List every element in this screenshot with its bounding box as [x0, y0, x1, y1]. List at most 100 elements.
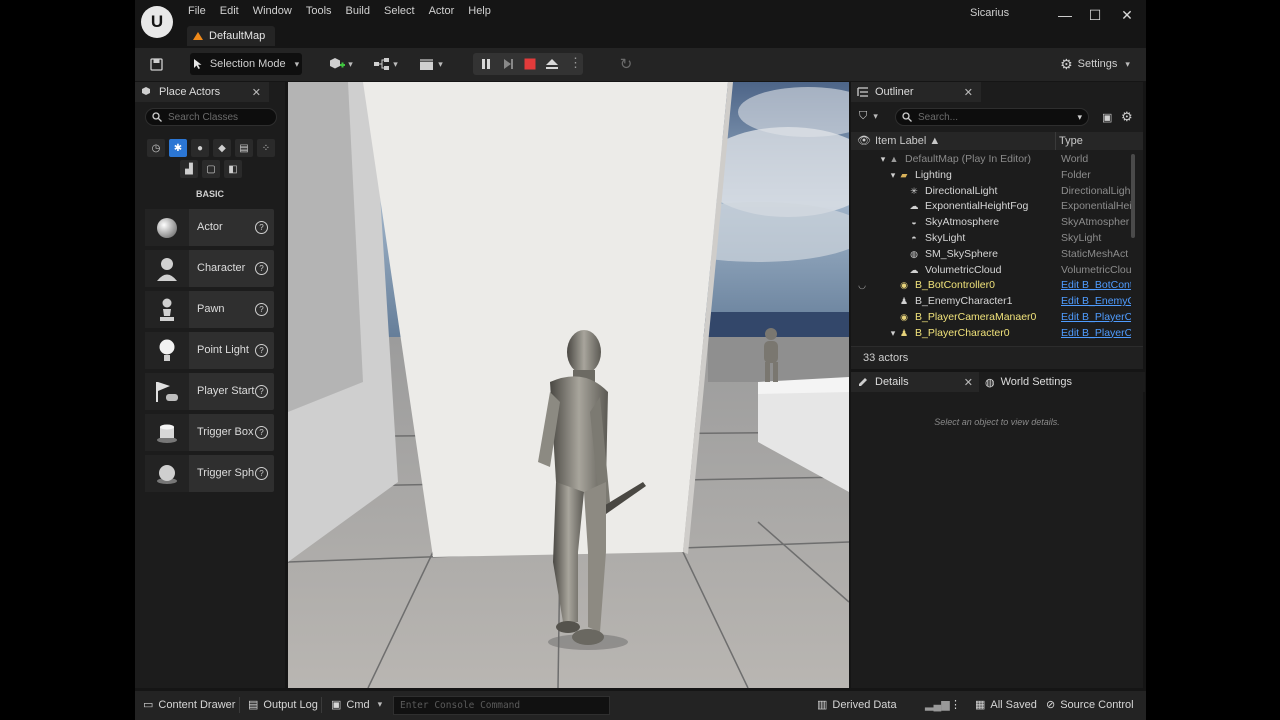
help-icon[interactable]: ?: [255, 426, 268, 439]
list-item-pawn[interactable]: Pawn ?: [145, 291, 274, 328]
close-window-button[interactable]: ✕: [1112, 4, 1142, 26]
menu-select[interactable]: Select: [377, 4, 422, 18]
list-item-trigger-box[interactable]: Trigger Box ?: [145, 414, 274, 451]
category-label: BASIC: [195, 189, 224, 199]
shapes-icon[interactable]: ◆: [213, 139, 231, 157]
item-label-column[interactable]: Item Label ▲: [875, 135, 940, 147]
help-icon[interactable]: ?: [255, 262, 268, 275]
tree-row[interactable]: ◍ SM_SkySphere StaticMeshAct: [851, 247, 1143, 263]
tree-row[interactable]: ◡ ◉ B_BotController0 Edit B_BotCont: [851, 278, 1143, 294]
content-drawer-label: Content Drawer: [158, 698, 236, 711]
tree-row[interactable]: ▾ ▰ Lighting Folder: [851, 168, 1143, 184]
outliner-scrollbar[interactable]: [1131, 154, 1135, 238]
help-icon[interactable]: ?: [255, 385, 268, 398]
volumetric-cloud-icon: ☁: [909, 264, 919, 275]
source-control-button[interactable]: ⊘ Source Control: [1046, 698, 1134, 712]
help-icon[interactable]: ?: [255, 221, 268, 234]
close-tab-icon[interactable]: ✕: [964, 86, 973, 99]
status-graph-icon[interactable]: ▂▄▆: [925, 698, 950, 711]
details-tab[interactable]: Details ✕: [851, 372, 981, 392]
level-viewport[interactable]: [288, 82, 849, 688]
tree-row[interactable]: ♟ B_EnemyCharacter1 Edit B_EnemyC: [851, 294, 1143, 310]
controller-icon: ◉: [900, 280, 908, 291]
help-icon[interactable]: ?: [255, 344, 268, 357]
visual-effects-icon[interactable]: ⁘: [257, 139, 275, 157]
outliner-search-input[interactable]: Search... ▾: [895, 108, 1089, 126]
filter-button[interactable]: ⛉: [859, 110, 878, 123]
details-title: Details: [875, 376, 909, 388]
maximize-button[interactable]: ☐: [1080, 4, 1110, 26]
close-tab-icon[interactable]: ✕: [252, 86, 261, 99]
geometry-icon[interactable]: ▟: [180, 160, 198, 178]
tree-row[interactable]: ◉ B_PlayerCameraManaer0 Edit B_PlayerC: [851, 310, 1143, 326]
recent-icon[interactable]: ◷: [147, 139, 165, 157]
type-column[interactable]: Type: [1059, 135, 1083, 147]
lights-icon[interactable]: ●: [191, 139, 209, 157]
tree-row[interactable]: ◒ SkyAtmosphere SkyAtmospher: [851, 215, 1143, 231]
list-item-actor[interactable]: Actor ?: [145, 209, 274, 246]
help-icon[interactable]: ?: [255, 467, 268, 480]
level-tab[interactable]: DefaultMap: [187, 26, 276, 46]
all-saved-button[interactable]: ▦ All Saved: [975, 698, 1037, 712]
tree-row[interactable]: ✳ DirectionalLight DirectionalLigh: [851, 184, 1143, 200]
map-icon: [193, 32, 203, 40]
help-icon[interactable]: ?: [255, 303, 268, 316]
basic-shapes-icon[interactable]: ✱: [169, 139, 187, 157]
hidden-eye-icon[interactable]: ◡: [857, 280, 867, 290]
all-classes-icon[interactable]: ◧: [224, 160, 242, 178]
search-icon: [152, 112, 162, 122]
place-actors-tab[interactable]: Place Actors ✕: [135, 82, 269, 102]
derived-data-button[interactable]: ▥ Derived Data: [817, 698, 897, 712]
stop-button[interactable]: [523, 57, 537, 74]
menu-build[interactable]: Build: [339, 4, 377, 18]
outliner-tab[interactable]: Outliner ✕: [851, 82, 981, 102]
menu-window[interactable]: Window: [246, 4, 299, 18]
advance-frame-button[interactable]: [501, 57, 515, 74]
menu-tools[interactable]: Tools: [299, 4, 339, 18]
pause-button[interactable]: [479, 57, 493, 74]
add-actor-button[interactable]: [325, 53, 357, 75]
selection-mode-dropdown[interactable]: Selection Mode: [190, 53, 302, 75]
minimize-button[interactable]: —: [1050, 4, 1080, 26]
console-command-input[interactable]: Enter Console Command: [393, 696, 610, 715]
all-saved-label: All Saved: [990, 698, 1037, 711]
visibility-eye-icon[interactable]: 👁: [857, 134, 871, 147]
menu-edit[interactable]: Edit: [213, 4, 246, 18]
menu-help[interactable]: Help: [461, 4, 498, 18]
content-drawer-button[interactable]: ▭ Content Drawer: [143, 698, 236, 712]
tree-row[interactable]: ▾ ♟ B_PlayerCharacter0 Edit B_PlayerC: [851, 326, 1143, 342]
tree-row[interactable]: ▾ ▲ DefaultMap (Play In Editor) World: [851, 152, 1143, 168]
unreal-logo-icon[interactable]: U: [141, 6, 173, 38]
tree-row[interactable]: ☁ ExponentialHeightFog ExponentialHei: [851, 199, 1143, 215]
outliner-panel: Outliner ✕ ⛉ Search... ▾ ▣ ⚙ 👁 Item Labe…: [851, 82, 1143, 369]
menu-file[interactable]: File: [181, 4, 213, 18]
add-folder-icon[interactable]: ▣: [1102, 111, 1112, 124]
play-options-kebab-icon[interactable]: ⋮: [569, 55, 582, 71]
outliner-settings-gear-icon[interactable]: ⚙: [1121, 109, 1133, 125]
tree-row[interactable]: ☁ VolumetricCloud VolumetricClou: [851, 263, 1143, 279]
cinematics-button[interactable]: [415, 53, 447, 75]
close-tab-icon[interactable]: ✕: [964, 376, 973, 389]
list-item-point-light[interactable]: Point Light ?: [145, 332, 274, 369]
list-item-trigger-sphere[interactable]: Trigger Sph ?: [145, 455, 274, 492]
refresh-button[interactable]: ↻: [615, 53, 637, 75]
cmd-dropdown[interactable]: ▣ Cmd: [331, 698, 382, 712]
list-item-character[interactable]: Character ?: [145, 250, 274, 287]
player-start-flag-icon: [145, 373, 189, 410]
eject-button[interactable]: [545, 57, 559, 74]
save-button[interactable]: [145, 53, 167, 75]
blueprints-button[interactable]: [370, 53, 402, 75]
settings-button[interactable]: ⚙ Settings: [1060, 53, 1130, 75]
tree-row[interactable]: ◓ SkyLight SkyLight: [851, 231, 1143, 247]
status-kebab-icon[interactable]: ⋮: [950, 698, 961, 711]
search-classes-input[interactable]: Search Classes: [145, 108, 277, 126]
list-item-player-start[interactable]: Player Start ?: [145, 373, 274, 410]
actor-count-bar: 33 actors: [851, 346, 1143, 369]
cinematic-icon[interactable]: ▤: [235, 139, 253, 157]
character-icon: ♟: [899, 327, 909, 338]
save-icon: [149, 57, 163, 71]
output-log-button[interactable]: ▤ Output Log: [248, 698, 318, 712]
volumes-icon[interactable]: ▢: [202, 160, 220, 178]
world-settings-tab[interactable]: ◍ World Settings: [979, 372, 1145, 392]
menu-actor[interactable]: Actor: [422, 4, 462, 18]
